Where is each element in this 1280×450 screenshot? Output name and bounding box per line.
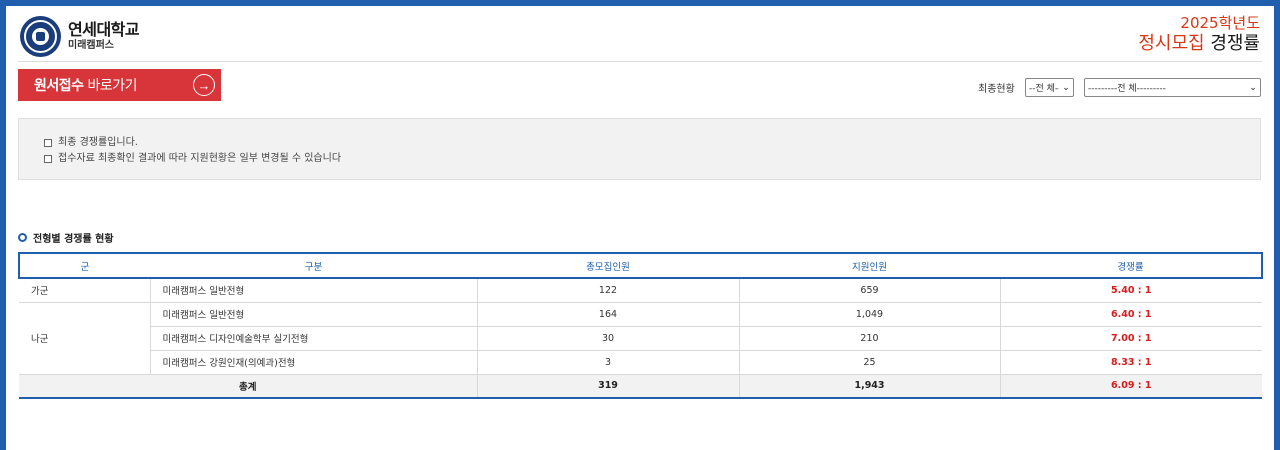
window-frame-left [0,0,6,450]
table-row: 미래캠퍼스 강원인재(의예과)전형 3 25 8.33 : 1 [19,350,1262,375]
header-divider [18,61,1262,62]
table-row: 나군 미래캠퍼스 일반전형 164 1,049 6.40 : 1 [19,302,1262,375]
logo-text: 연세대학교 미래캠퍼스 [68,20,140,52]
title-year: 2025학년도 [1180,14,1260,32]
cell-ratio: 6.40 : 1 [1000,302,1262,327]
group-select[interactable]: --전 체-- ⌄ [1025,78,1074,97]
title-main: 정시모집 경쟁률 [1138,32,1260,56]
cell-quota: 164 [477,302,740,327]
section-title-text: 전형별 경쟁률 현황 [33,234,114,245]
notice-line: 최종 경쟁률입니다. [44,135,1260,151]
cell-ratio: 5.40 : 1 [1000,278,1262,303]
checkbox-icon [44,155,52,163]
header-ratio: 경쟁률 [1000,252,1263,279]
notice-text: 접수자료 최종확인 결과에 따라 지원현황은 일부 변경될 수 있습니다 [58,153,342,164]
page-title: 2025학년도 정시모집 경쟁률 [1138,14,1260,56]
cell-ratio: 8.33 : 1 [1000,350,1262,375]
cell-category: 미래캠퍼스 일반전형 [150,278,478,303]
cell-ratio: 7.00 : 1 [1000,326,1262,351]
cell-quota: 30 [477,326,740,351]
category-select-value: ---------전 체--------- [1088,84,1166,94]
header-group: 군 [18,252,150,279]
table-row: 가군 미래캠퍼스 일반전형 122 659 5.40 : 1 [19,278,1262,303]
window-frame-right [1274,0,1280,450]
arrow-right-circle-icon: → [193,74,215,96]
notice-box: 최종 경쟁률입니다. 접수자료 최종확인 결과에 따라 지원현황은 일부 변경될… [18,118,1261,180]
cell-applicants: 25 [739,350,1001,375]
cell-category: 미래캠퍼스 디자인예술학부 실기전형 [150,326,478,351]
cell-quota: 122 [477,278,740,303]
title-prefix: 정시모집 [1138,33,1205,54]
total-quota: 319 [477,373,740,399]
cell-applicants: 659 [739,278,1001,303]
university-logo[interactable]: 연세대학교 미래캠퍼스 [20,16,140,57]
cell-quota: 3 [477,350,740,375]
campus-name: 미래캠퍼스 [68,40,114,51]
university-seal-icon [20,16,61,57]
university-name: 연세대학교 [68,20,140,39]
cell-applicants: 1,049 [739,302,1001,327]
apply-shortcut-button[interactable]: 원서접수 바로가기 → [18,69,221,101]
apply-button-rest: 바로가기 [87,77,138,93]
title-suffix: 경쟁률 [1210,33,1260,54]
filter-label: 최종현황 [978,84,1015,95]
chevron-down-icon: ⌄ [1249,82,1257,93]
section-title: 전형별 경쟁률 현황 [18,230,114,245]
table-total-row: 총계 319 1,943 6.09 : 1 [19,373,1262,399]
header-category: 구분 [150,252,477,279]
group-select-value: --전 체-- [1029,84,1059,94]
checkbox-icon [44,139,52,147]
total-label: 총계 [19,373,478,399]
competition-rate-table: 군 구분 총모집인원 지원인원 경쟁률 가군 미래캠퍼스 일반전형 122 65… [18,252,1263,399]
header-applicants: 지원인원 [739,252,1000,279]
total-ratio: 6.09 : 1 [1000,373,1262,399]
table-header-row: 군 구분 총모집인원 지원인원 경쟁률 [18,252,1263,279]
cell-category: 미래캠퍼스 강원인재(의예과)전형 [150,350,478,375]
category-select[interactable]: ---------전 체--------- ⌄ [1084,78,1261,97]
notice-line: 접수자료 최종확인 결과에 따라 지원현황은 일부 변경될 수 있습니다 [44,151,1260,167]
cell-category: 미래캠퍼스 일반전형 [150,302,478,327]
bullet-icon [18,233,27,242]
window-frame-top [0,0,1280,6]
table-row: 미래캠퍼스 디자인예술학부 실기전형 30 210 7.00 : 1 [19,326,1262,351]
total-applicants: 1,943 [739,373,1001,399]
apply-button-strong: 원서접수 [34,77,84,93]
cell-group: 나군 [19,302,151,375]
notice-text: 최종 경쟁률입니다. [58,137,138,148]
cell-applicants: 210 [739,326,1001,351]
cell-group: 가군 [19,278,151,303]
chevron-down-icon: ⌄ [1062,82,1070,93]
header-quota: 총모집인원 [477,252,739,279]
